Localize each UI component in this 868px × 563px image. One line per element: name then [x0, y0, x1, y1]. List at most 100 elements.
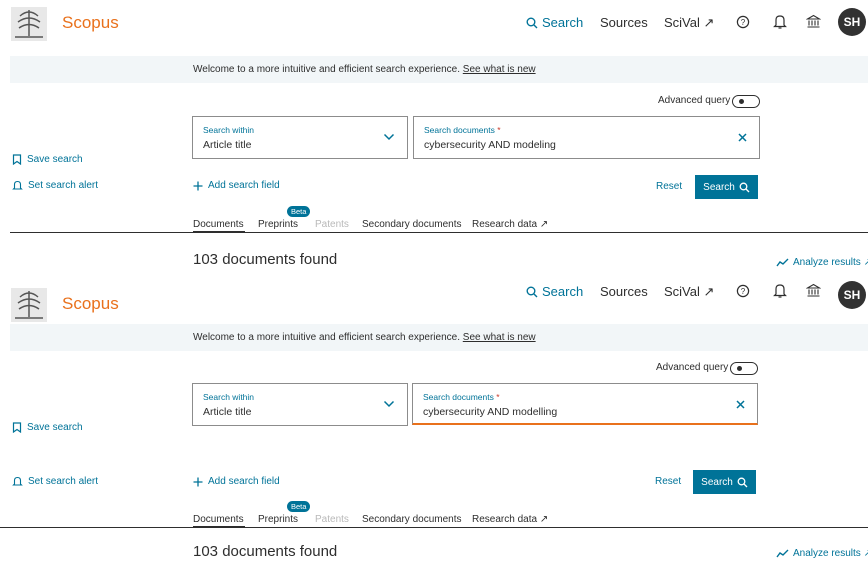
save-search-label: Save search: [27, 422, 83, 433]
banner-message: Welcome to a more intuitive and efficien…: [193, 332, 536, 343]
banner-text: Welcome to a more intuitive and efficien…: [193, 332, 460, 343]
tab-secondary-documents[interactable]: Secondary documents: [362, 514, 462, 525]
tab-research-data[interactable]: Research data ↗: [472, 514, 548, 525]
nav-scival[interactable]: SciVal ↗: [664, 284, 714, 300]
plus-icon: [193, 181, 203, 191]
search-documents-value: cybersecurity AND modelling: [423, 406, 558, 418]
nav-scival[interactable]: SciVal ↗: [664, 15, 714, 31]
tab-patents[interactable]: Patents: [315, 219, 349, 230]
tab-research-data[interactable]: Research data ↗: [472, 219, 548, 230]
set-search-alert-link[interactable]: Set search alert: [12, 476, 98, 487]
tab-patents[interactable]: Patents: [315, 514, 349, 525]
reset-button[interactable]: Reset: [655, 476, 681, 487]
tab-secondary-documents[interactable]: Secondary documents: [362, 219, 462, 230]
add-search-field-button[interactable]: Add search field: [193, 476, 280, 487]
search-within-label: Search within: [203, 125, 255, 135]
set-search-alert-link[interactable]: Set search alert: [12, 180, 98, 191]
search-documents-input[interactable]: Search documents * cybersecurity AND mod…: [412, 383, 758, 425]
analyze-results-link[interactable]: Analyze results ↗: [776, 548, 868, 559]
search-button[interactable]: Search: [695, 175, 758, 199]
tabs-divider: [0, 527, 868, 528]
add-search-field-label: Add search field: [208, 476, 280, 487]
nav-sources[interactable]: Sources: [600, 15, 648, 30]
nav-sources[interactable]: Sources: [600, 284, 648, 299]
search-documents-label-text: Search documents: [423, 392, 494, 402]
search-within-value: Article title: [203, 139, 252, 151]
tab-preprints[interactable]: Preprints: [258, 219, 298, 230]
nav-search-label: Search: [542, 15, 584, 30]
search-documents-label: Search documents *: [424, 125, 501, 135]
tab-documents[interactable]: Documents: [193, 514, 244, 525]
advanced-query-label: Advanced query: [656, 362, 729, 373]
results-count: 103 documents found: [193, 543, 338, 560]
scopus-brand[interactable]: Scopus: [62, 13, 119, 33]
see-what-is-new-link[interactable]: See what is new: [463, 64, 536, 75]
bookmark-icon: [12, 422, 22, 433]
search-panel-1: Scopus Search Sources SciVal ↗ ? SH Welc…: [0, 0, 868, 281]
advanced-query-label: Advanced query: [658, 95, 731, 106]
elsevier-logo[interactable]: [10, 287, 48, 323]
chevron-down-icon: [383, 133, 395, 141]
search-documents-label: Search documents *: [423, 392, 500, 402]
search-documents-input[interactable]: Search documents * cybersecurity AND mod…: [413, 116, 760, 159]
add-search-field-button[interactable]: Add search field: [193, 180, 280, 191]
banner-message: Welcome to a more intuitive and efficien…: [193, 64, 536, 75]
toggle-knob: [739, 99, 744, 104]
search-documents-label-text: Search documents: [424, 125, 495, 135]
trend-icon: [776, 549, 789, 558]
required-marker: *: [496, 392, 500, 402]
beta-badge: Beta: [287, 206, 311, 217]
advanced-query-toggle[interactable]: [730, 362, 758, 375]
svg-text:?: ?: [741, 287, 746, 296]
see-what-is-new-link[interactable]: See what is new: [463, 332, 536, 343]
bookmark-icon: [12, 154, 22, 165]
search-within-value: Article title: [203, 406, 252, 418]
institution-icon[interactable]: [806, 14, 821, 29]
search-panel-2: Scopus Search Sources SciVal ↗ ? SH Welc…: [0, 281, 868, 562]
search-icon: [526, 286, 538, 298]
chevron-down-icon: [383, 400, 395, 408]
search-icon: [526, 17, 538, 29]
help-icon[interactable]: ?: [736, 284, 750, 298]
analyze-results-link[interactable]: Analyze results ↗: [776, 257, 868, 268]
search-button-label: Search: [701, 476, 733, 488]
set-search-alert-label: Set search alert: [28, 180, 99, 191]
alert-bell-icon: [12, 476, 23, 487]
beta-badge: Beta: [287, 501, 311, 512]
tab-preprints[interactable]: Preprints: [258, 514, 298, 525]
plus-icon: [193, 477, 203, 487]
toggle-knob: [737, 366, 742, 371]
tabs-divider: [10, 232, 868, 233]
reset-button[interactable]: Reset: [656, 181, 682, 192]
search-button-icon: [739, 182, 750, 193]
set-search-alert-label: Set search alert: [28, 476, 99, 487]
clear-icon[interactable]: [738, 133, 747, 142]
institution-icon[interactable]: [806, 283, 821, 298]
results-count: 103 documents found: [193, 251, 338, 268]
user-avatar[interactable]: SH: [838, 281, 866, 309]
analyze-results-label: Analyze results ↗: [793, 257, 868, 268]
search-within-select[interactable]: Search within Article title: [192, 383, 408, 426]
alert-bell-icon: [12, 180, 23, 191]
bell-icon[interactable]: [773, 14, 787, 30]
save-search-link[interactable]: Save search: [12, 154, 83, 165]
clear-icon[interactable]: [736, 400, 745, 409]
user-avatar[interactable]: SH: [838, 8, 866, 36]
scopus-brand[interactable]: Scopus: [62, 294, 119, 314]
search-within-select[interactable]: Search within Article title: [192, 116, 408, 159]
nav-search[interactable]: Search: [526, 15, 583, 30]
trend-icon: [776, 258, 789, 267]
add-search-field-label: Add search field: [208, 180, 280, 191]
svg-text:?: ?: [741, 18, 746, 27]
help-icon[interactable]: ?: [736, 15, 750, 29]
save-search-link[interactable]: Save search: [12, 422, 83, 433]
nav-search-label: Search: [542, 284, 584, 299]
bell-icon[interactable]: [773, 283, 787, 299]
search-documents-value: cybersecurity AND modeling: [424, 139, 556, 151]
search-button[interactable]: Search: [693, 470, 756, 494]
advanced-query-toggle[interactable]: [732, 95, 760, 108]
elsevier-logo[interactable]: [10, 6, 48, 42]
nav-search[interactable]: Search: [526, 284, 583, 299]
tab-documents[interactable]: Documents: [193, 219, 244, 230]
banner-text: Welcome to a more intuitive and efficien…: [193, 64, 460, 75]
